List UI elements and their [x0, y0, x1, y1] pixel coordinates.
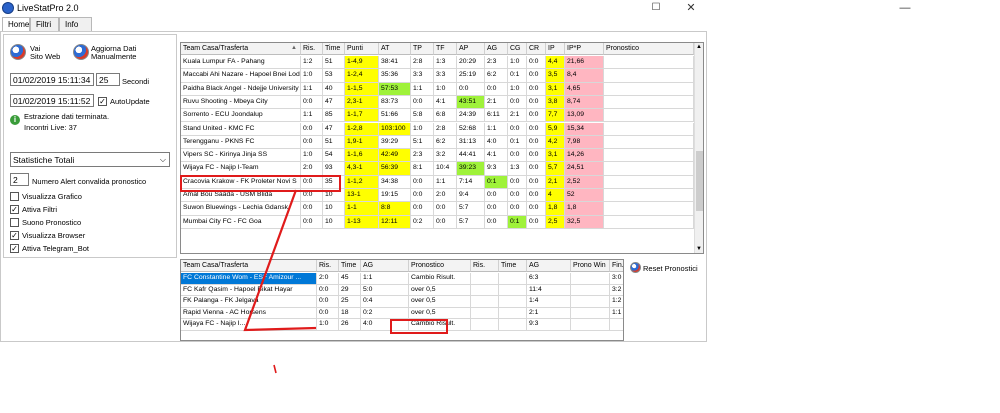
annotation-stroke-mark — [273, 364, 277, 374]
annotation-arrow-path — [243, 189, 317, 332]
annotation-arrow — [243, 189, 317, 374]
